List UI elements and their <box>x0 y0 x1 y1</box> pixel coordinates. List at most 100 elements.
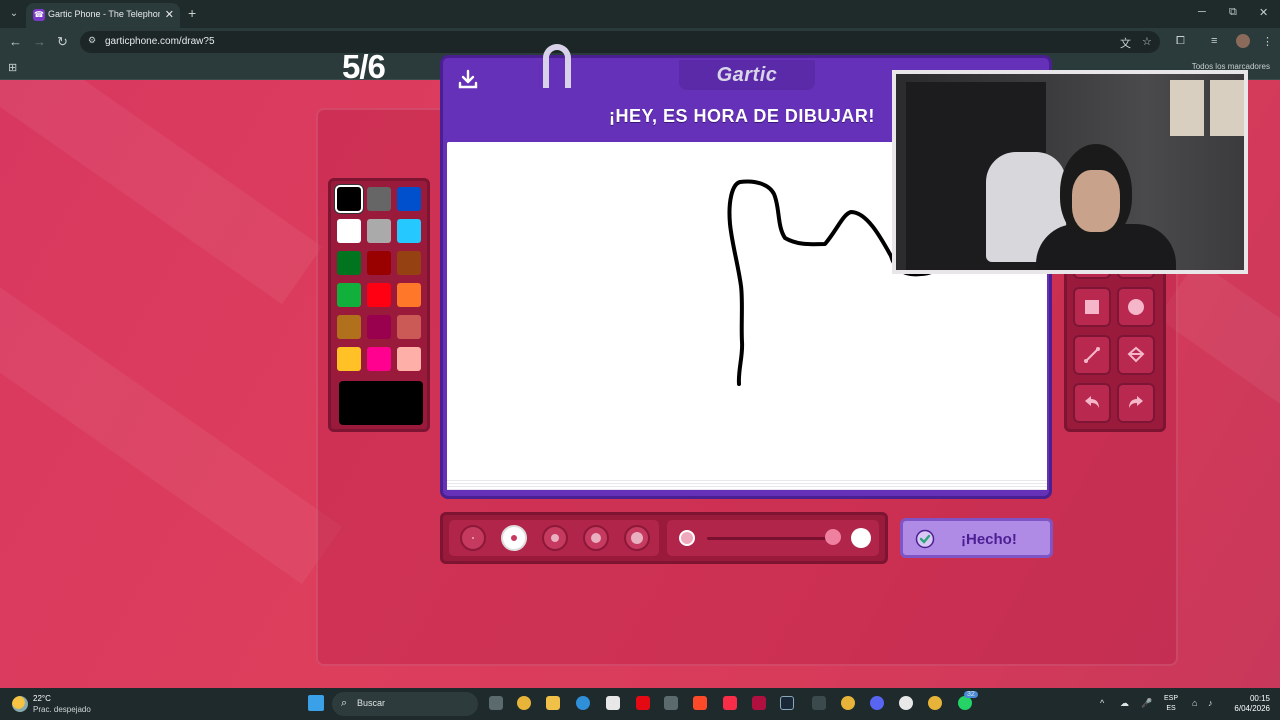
size-option-4[interactable] <box>583 525 609 551</box>
canvas-paper-edge <box>447 480 1047 490</box>
size-option-5[interactable] <box>624 525 650 551</box>
notification-badge: 32 <box>964 691 978 698</box>
weather-icon[interactable] <box>12 696 28 712</box>
webcam-poster <box>1210 80 1244 136</box>
chrome-icon[interactable] <box>517 696 531 710</box>
color-swatch[interactable] <box>367 347 391 371</box>
weather-temperature[interactable]: 22°C <box>33 694 51 703</box>
logo-tab: Gartic <box>679 60 815 90</box>
color-swatch[interactable] <box>367 219 391 243</box>
webcam-overlay <box>892 70 1248 274</box>
undo-tool[interactable] <box>1073 383 1111 423</box>
tab-close-icon[interactable]: ✕ <box>165 8 174 21</box>
color-swatch[interactable] <box>337 219 361 243</box>
opacity-slider-group <box>667 520 879 556</box>
browser-tab[interactable]: ☎ Gartic Phone - The Telephone G ✕ <box>26 3 180 28</box>
download-icon[interactable] <box>457 68 479 90</box>
github-icon[interactable] <box>899 696 913 710</box>
color-swatch[interactable] <box>367 251 391 275</box>
app-icon[interactable] <box>752 696 766 710</box>
color-swatch[interactable] <box>397 315 421 339</box>
apps-grid-icon[interactable]: ⊞ <box>8 61 17 74</box>
color-swatch[interactable] <box>397 219 421 243</box>
redo-tool[interactable] <box>1117 383 1155 423</box>
color-swatch[interactable] <box>337 283 361 307</box>
new-tab-icon[interactable]: + <box>188 6 196 20</box>
color-swatch[interactable] <box>367 187 391 211</box>
bookmark-star-icon[interactable]: ☆ <box>1142 35 1152 48</box>
clock-time: 00:15 <box>1249 694 1270 703</box>
store-icon[interactable] <box>606 696 620 710</box>
translate-icon[interactable]: 文 <box>1120 35 1131 51</box>
color-swatch[interactable] <box>367 283 391 307</box>
tray-chevron-icon[interactable]: ^ <box>1100 698 1104 708</box>
size-option-2[interactable] <box>501 525 527 551</box>
volume-icon[interactable]: ♪ <box>1208 698 1213 708</box>
color-swatch[interactable] <box>367 315 391 339</box>
color-swatch[interactable] <box>397 187 421 211</box>
background-stripe <box>0 285 343 585</box>
forward-icon[interactable]: → <box>33 34 46 50</box>
steam-icon[interactable] <box>780 696 794 710</box>
gartic-favicon-icon: ☎ <box>33 9 45 21</box>
app-icon[interactable] <box>812 696 826 710</box>
more-menu-icon[interactable]: ⋮ <box>1262 35 1273 48</box>
netflix-icon[interactable] <box>636 696 650 710</box>
fill-tool[interactable] <box>1117 335 1155 375</box>
filled-ellipse-tool[interactable] <box>1117 287 1155 327</box>
restore-icon[interactable]: ⧉ <box>1229 6 1237 19</box>
current-color-preview <box>339 381 423 425</box>
weather-condition[interactable]: Prac. despejado <box>33 705 91 714</box>
app-icon[interactable] <box>693 696 707 710</box>
opacity-min-icon <box>679 530 695 546</box>
start-icon[interactable] <box>308 695 324 711</box>
color-swatch[interactable] <box>337 251 361 275</box>
color-swatch[interactable] <box>337 347 361 371</box>
file-explorer-icon[interactable] <box>546 696 560 710</box>
gartic-logo: Gartic <box>716 64 778 86</box>
webcam-person-face <box>1072 170 1120 232</box>
done-button[interactable]: ¡Hecho! <box>900 518 1053 558</box>
address-bar[interactable]: ⚙ garticphone.com/draw?5 文 ☆ <box>80 31 1160 53</box>
color-swatch[interactable] <box>335 185 363 213</box>
profile-avatar[interactable] <box>1236 34 1250 48</box>
check-badge-icon <box>915 529 935 549</box>
taskbar-search[interactable]: ⌕ Buscar <box>332 692 478 716</box>
app-icon[interactable] <box>664 696 678 710</box>
music-icon[interactable] <box>723 696 737 710</box>
extensions-icon[interactable]: ⧠ <box>1176 35 1185 48</box>
filled-rectangle-icon <box>1085 300 1099 314</box>
tray-app-icon[interactable]: ☁ <box>1120 698 1129 709</box>
color-swatch[interactable] <box>397 347 421 371</box>
tab-search-chevron-icon[interactable]: ⌄ <box>6 6 22 22</box>
media-controls-icon[interactable]: ≡ <box>1211 35 1217 47</box>
window-close-icon[interactable]: ✕ <box>1259 6 1268 19</box>
clock[interactable]: 00:15 6/04/2026 <box>1228 694 1270 714</box>
back-icon[interactable]: ← <box>9 34 22 50</box>
size-option-3[interactable] <box>542 525 568 551</box>
color-palette <box>328 178 430 432</box>
line-tool[interactable] <box>1073 335 1111 375</box>
color-swatch[interactable] <box>397 283 421 307</box>
minimize-icon[interactable]: ─ <box>1198 6 1206 18</box>
url-text[interactable]: garticphone.com/draw?5 <box>105 36 215 47</box>
whatsapp-icon[interactable] <box>958 696 972 710</box>
brush-controls <box>440 512 888 564</box>
task-view-icon[interactable] <box>489 696 503 710</box>
color-swatch[interactable] <box>337 315 361 339</box>
chrome-icon[interactable] <box>841 696 855 710</box>
edge-icon[interactable] <box>576 696 590 710</box>
network-icon[interactable]: ⌂ <box>1192 698 1197 708</box>
done-label: ¡Hecho! <box>961 531 1017 548</box>
color-swatch[interactable] <box>397 251 421 275</box>
discord-icon[interactable] <box>870 696 884 710</box>
size-option-1[interactable] <box>460 525 486 551</box>
filled-rectangle-tool[interactable] <box>1073 287 1111 327</box>
reload-icon[interactable]: ↻ <box>57 34 68 50</box>
opacity-track[interactable] <box>707 537 837 540</box>
chrome-icon[interactable] <box>928 696 942 710</box>
opacity-thumb[interactable] <box>825 529 841 545</box>
site-info-icon[interactable]: ⚙ <box>88 35 100 49</box>
tray-mic-icon[interactable]: 🎤 <box>1141 698 1152 709</box>
language-indicator[interactable]: ESP ES <box>1164 694 1178 714</box>
